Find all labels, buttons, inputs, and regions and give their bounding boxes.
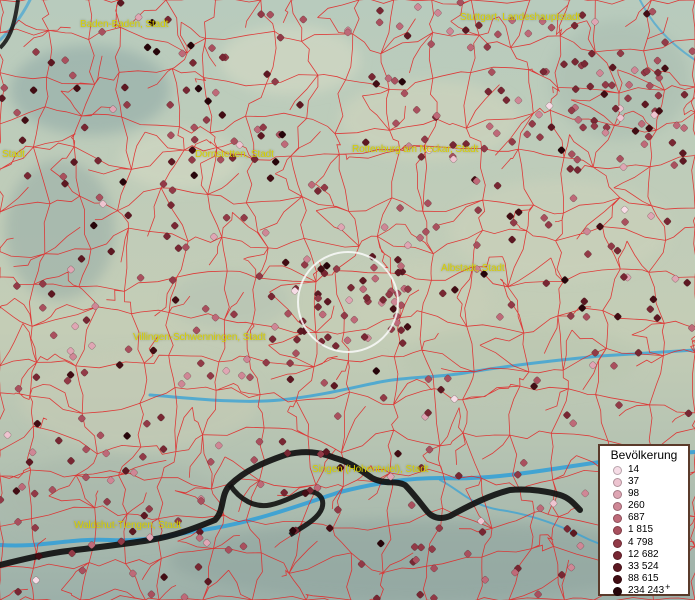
place-label-rottenburg: Rottenburg am Neckar, Stadt <box>352 144 479 155</box>
legend-item: 33 524 <box>600 561 688 573</box>
legend-item: 4 798 <box>600 537 688 549</box>
legend-symbol <box>613 466 622 475</box>
legend-item: 88 615 <box>600 573 688 585</box>
place-label-stuttgart: Stuttgart, Landeshauptstadt <box>460 12 581 23</box>
map-canvas[interactable] <box>0 0 695 600</box>
legend-item: 234 243+ <box>600 581 688 597</box>
legend-value: 4 798 <box>628 536 654 548</box>
legend-value: 260 <box>628 500 645 512</box>
legend-value: 234 243+ <box>628 581 671 596</box>
legend-symbol <box>613 490 622 500</box>
legend-item: 37 <box>600 476 688 488</box>
legend-item: 98 <box>600 488 688 500</box>
legend-symbol <box>613 502 622 512</box>
legend-symbol <box>613 538 622 548</box>
population-legend: Bevölkerung 14 37 98 260 687 1 815 4 798 12 682… <box>598 444 690 596</box>
place-label-dornstetten: Dornstetten, Stadt <box>195 149 274 160</box>
legend-item: 1 815 <box>600 524 688 536</box>
legend-value: 98 <box>628 488 640 500</box>
legend-items: 14 37 98 260 687 1 815 4 798 12 682 33 524 88 615… <box>600 464 688 597</box>
legend-symbol <box>613 526 622 536</box>
legend-item: 687 <box>600 512 688 524</box>
legend-value: 33 524 <box>628 560 659 572</box>
place-label-villingen-schwenningen: Villingen-Schwenningen, Stadt <box>133 332 266 343</box>
legend-item: 260 <box>600 500 688 512</box>
place-label-albstadt: Albstadt, Stadt <box>441 263 505 274</box>
legend-value: 88 615 <box>628 572 659 584</box>
legend-value: 12 682 <box>628 548 659 560</box>
legend-symbol <box>613 550 622 560</box>
legend-symbol <box>613 562 622 572</box>
place-label-singen: Singen (Hohentwiel), Stadt <box>312 464 429 475</box>
legend-symbol <box>613 574 622 584</box>
legend-value: 14 <box>628 464 640 475</box>
legend-value: 687 <box>628 512 645 524</box>
place-label-baden-baden: Baden-Baden, Stadt <box>80 19 169 30</box>
legend-value: 1 815 <box>628 524 654 536</box>
legend-symbol <box>613 586 622 596</box>
legend-item: 14 <box>600 464 688 476</box>
legend-symbol <box>613 478 622 488</box>
legend-item: 12 682 <box>600 549 688 561</box>
place-label-waldshut-tiengen: Waldshut-Tiengen, Stadt <box>74 520 182 531</box>
legend-symbol <box>613 514 622 524</box>
legend-suffix: + <box>665 581 671 592</box>
place-label-stadt-west: Stadt <box>2 149 25 160</box>
legend-value: 37 <box>628 476 640 488</box>
legend-title: Bevölkerung <box>610 448 678 462</box>
